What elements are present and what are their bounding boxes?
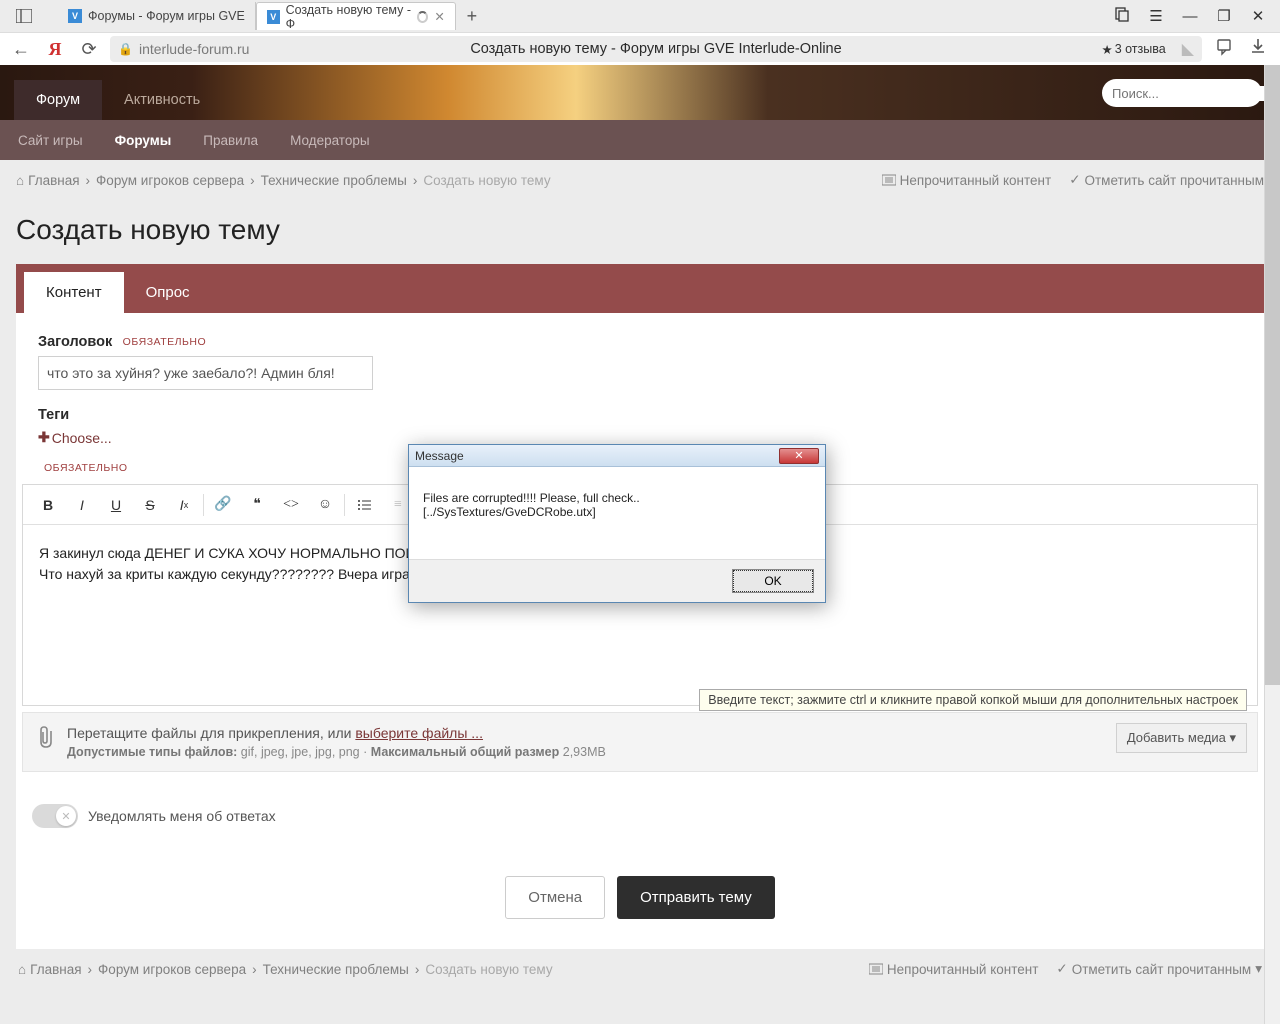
tab-content[interactable]: Контент <box>24 272 124 313</box>
yandex-button[interactable]: Я <box>42 39 68 60</box>
mark-read-link[interactable]: ✓ Отметить сайт прочитанным ▾ <box>1056 961 1262 977</box>
crumb-current: Создать новую тему <box>425 962 552 977</box>
unread-link[interactable]: Непрочитанный контент <box>869 961 1039 977</box>
list-button[interactable] <box>347 488 381 522</box>
browser-tab-active[interactable]: V Создать новую тему - Ф ✕ <box>256 2 456 30</box>
downloads-icon[interactable] <box>1250 38 1266 61</box>
browser-chrome: V Форумы - Форум игры GVE V Создать нову… <box>0 0 1280 65</box>
crumb-home[interactable]: Главная <box>28 173 79 188</box>
scroll-thumb[interactable] <box>1265 65 1280 685</box>
address-bar: ← Я ⟳ 🔒 interlude-forum.ru Создать новую… <box>0 32 1280 65</box>
link-button[interactable]: 🔗 <box>206 488 240 522</box>
pin-icon[interactable] <box>1114 7 1130 26</box>
quote-button[interactable]: ❝ <box>240 488 274 522</box>
attach-sub: Допустимые типы файлов: gif, jpeg, jpe, … <box>67 745 606 759</box>
home-icon[interactable]: ⌂ <box>18 962 26 977</box>
choose-files-link[interactable]: выберите файлы ... <box>355 725 483 741</box>
cancel-button[interactable]: Отмена <box>505 876 605 919</box>
page-heading: Создать новую тему <box>16 214 1264 246</box>
dialog-title: Message <box>415 449 464 463</box>
italic-button[interactable]: I <box>65 488 99 522</box>
emoji-button[interactable]: ☺ <box>308 488 342 522</box>
crumb-link[interactable]: Форум игроков сервера <box>98 962 246 977</box>
nav-site[interactable]: Сайт игры <box>18 133 83 148</box>
close-icon[interactable]: ✕ <box>434 9 444 24</box>
required-badge: ОБЯЗАТЕЛЬНО <box>123 336 207 348</box>
tags-label: Теги <box>38 407 69 423</box>
back-button[interactable]: ← <box>8 39 34 60</box>
create-topic-form: Контент Опрос Заголовок ОБЯЗАТЕЛЬНО Теги… <box>16 264 1264 949</box>
site-banner: Форум Активность <box>0 65 1280 120</box>
browser-tab[interactable]: V Форумы - Форум игры GVE <box>58 2 256 30</box>
maximize-icon[interactable]: ❐ <box>1216 7 1232 25</box>
attachment-area[interactable]: Введите текст; зажмите ctrl и кликните п… <box>22 712 1258 772</box>
submit-button[interactable]: Отправить тему <box>617 876 775 919</box>
loading-icon <box>417 11 428 23</box>
crumb-link[interactable]: Технические проблемы <box>261 173 407 188</box>
close-window-icon[interactable]: ✕ <box>1250 7 1266 25</box>
tab-poll[interactable]: Опрос <box>124 272 212 313</box>
notify-toggle[interactable]: ✕ <box>32 804 78 828</box>
unread-link[interactable]: Непрочитанный контент <box>882 172 1052 188</box>
crumb-link[interactable]: Технические проблемы <box>263 962 409 977</box>
bold-button[interactable]: B <box>31 488 65 522</box>
dialog-close-button[interactable]: ✕ <box>779 448 819 464</box>
nav-forum[interactable]: Форум <box>14 80 102 120</box>
minimize-icon[interactable]: — <box>1182 8 1198 25</box>
home-icon[interactable]: ⌂ <box>16 173 24 188</box>
tab-bar: V Форумы - Форум игры GVE V Создать нову… <box>0 0 1280 32</box>
attach-text: Перетащите файлы для прикрепления, или в… <box>67 725 606 741</box>
paperclip-icon <box>37 725 57 755</box>
scrollbar[interactable] <box>1264 65 1280 1024</box>
add-media-button[interactable]: Добавить медиа ▾ <box>1116 723 1247 753</box>
favicon: V <box>68 9 82 23</box>
crumb-link[interactable]: Форум игроков сервера <box>96 173 244 188</box>
secondary-nav: Сайт игры Форумы Правила Модераторы <box>0 120 1280 160</box>
crumb-current: Создать новую тему <box>423 173 550 188</box>
menu-icon[interactable]: ☰ <box>1148 7 1164 25</box>
tab-title: Создать новую тему - Ф <box>286 3 412 31</box>
code-button[interactable]: <> <box>274 488 308 522</box>
tab-title: Форумы - Форум игры GVE <box>88 9 245 23</box>
title-input[interactable] <box>38 356 373 390</box>
sidebar-toggle[interactable] <box>8 2 40 30</box>
mark-read-link[interactable]: ✓ Отметить сайт прочитанным <box>1069 172 1264 188</box>
new-tab-button[interactable]: + <box>456 6 488 27</box>
site-search[interactable] <box>1102 79 1262 107</box>
reload-button[interactable]: ⟳ <box>76 39 102 60</box>
breadcrumb-bottom: ⌂ Главная › Форум игроков сервера › Техн… <box>16 949 1264 989</box>
breadcrumb: ⌂ Главная › Форум игроков сервера › Техн… <box>0 160 1280 200</box>
window-controls: ☰ — ❐ ✕ <box>1114 7 1280 26</box>
dialog-body: Files are corrupted!!!! Please, full che… <box>409 467 825 560</box>
nav-activity[interactable]: Активность <box>102 80 222 120</box>
underline-button[interactable]: U <box>99 488 133 522</box>
nav-rules[interactable]: Правила <box>203 133 258 148</box>
title-label: Заголовок <box>38 334 112 350</box>
notify-label: Уведомлять меня об ответах <box>88 808 276 824</box>
crumb-home[interactable]: Главная <box>30 962 81 977</box>
dialog-ok-button[interactable]: OK <box>733 570 813 592</box>
message-dialog: Message ✕ Files are corrupted!!!! Please… <box>408 444 826 603</box>
url-field[interactable]: 🔒 interlude-forum.ru Создать новую тему … <box>110 36 1202 62</box>
nav-mods[interactable]: Модераторы <box>290 133 369 148</box>
page-title-in-addr: Создать новую тему - Форум игры GVE Inte… <box>110 41 1202 57</box>
clear-format-button[interactable]: Ix <box>167 488 201 522</box>
dialog-titlebar[interactable]: Message ✕ <box>409 445 825 467</box>
favicon: V <box>267 10 280 24</box>
nav-forums[interactable]: Форумы <box>115 133 172 148</box>
strike-button[interactable]: S <box>133 488 167 522</box>
feedback-icon[interactable] <box>1216 38 1234 61</box>
editor-hint: Введите текст; зажмите ctrl и кликните п… <box>699 689 1247 711</box>
search-input[interactable] <box>1112 86 1280 101</box>
